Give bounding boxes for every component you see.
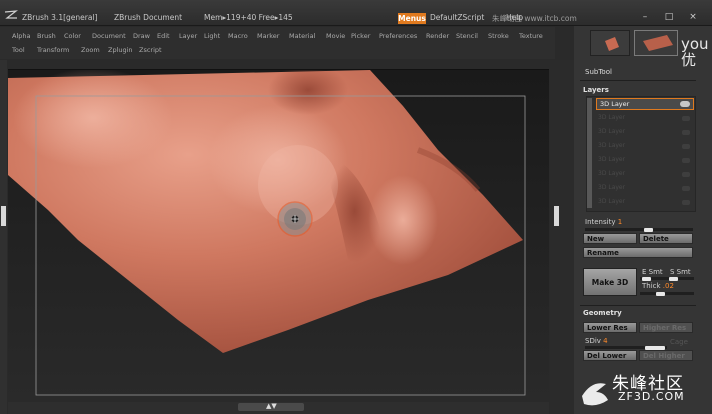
menu-zscript[interactable]: Zscript [139,46,162,54]
menu-picker[interactable]: Picker [351,32,370,40]
cage-button[interactable]: Cage [670,338,688,346]
left-tray-handle[interactable] [1,206,6,226]
geometry-title[interactable]: Geometry [583,309,622,317]
menu-material[interactable]: Material [289,32,315,40]
layer-slot[interactable]: 3D Layer [598,184,692,194]
layer-visibility-icon [682,116,690,121]
menu-light[interactable]: Light [204,32,220,40]
tool-thumbnail[interactable] [590,30,630,56]
s-smt-label: S Smt [670,268,691,276]
layer-selected[interactable]: 3D Layer [596,98,694,110]
close-icon[interactable]: × [688,12,698,22]
divider [580,305,696,306]
maximize-icon[interactable]: □ [664,12,674,22]
layer-visibility-icon [682,172,690,177]
watermark-top: 朱峰动画 www.itcb.com [492,14,577,23]
layer-slot[interactable]: 3D Layer [598,128,692,138]
menu-texture[interactable]: Texture [519,32,543,40]
menu-preferences[interactable]: Preferences [379,32,417,40]
menu-movie[interactable]: Movie [326,32,345,40]
delete-layer-button[interactable]: Delete [639,233,693,244]
layer-slot[interactable]: 3D Layer [598,156,692,166]
thick-knob[interactable] [656,291,665,296]
new-layer-button[interactable]: New [583,233,637,244]
active-tool-thumbnail[interactable] [634,30,678,56]
intensity-label: Intensity 1 [585,218,623,226]
del-lower-button[interactable]: Del Lower [583,350,637,361]
menu-alpha[interactable]: Alpha [12,32,30,40]
menus-button[interactable]: Menus [398,13,426,24]
expand-arrows-icon[interactable]: ▲▼ [266,402,277,410]
e-smt-knob[interactable] [642,276,651,281]
menu-marker[interactable]: Marker [257,32,279,40]
layer-visibility-icon [682,200,690,205]
intensity-slider-knob[interactable] [644,227,654,232]
make-3d-button[interactable]: Make 3D [583,268,637,296]
intensity-slider[interactable] [585,228,693,231]
watermark-url: ZF3D.COM [618,390,685,403]
layer-slot[interactable]: 3D Layer [598,142,692,152]
sculpt-mesh [8,70,549,402]
menu-stroke[interactable]: Stroke [488,32,509,40]
menu-layer[interactable]: Layer [179,32,197,40]
s-smt-knob[interactable] [669,276,678,281]
layer-name: 3D Layer [600,100,630,108]
menu-edit[interactable]: Edit [157,32,170,40]
menu-tool[interactable]: Tool [12,46,25,54]
right-tray-handle[interactable] [554,206,559,226]
menu-brush[interactable]: Brush [37,32,56,40]
layer-visibility-icon[interactable] [680,101,690,107]
menu-color[interactable]: Color [64,32,81,40]
menu-document[interactable]: Document [92,32,126,40]
lower-res-button[interactable]: Lower Res [583,322,637,333]
layers-scrollbar[interactable] [587,98,592,208]
layer-slot[interactable]: 3D Layer [598,198,692,208]
title-bar: ZBrush 3.1[general] ZBrush Document Mem▸… [0,0,712,26]
menu-zoom[interactable]: Zoom [81,46,100,54]
menu-draw[interactable]: Draw [133,32,150,40]
thick-label: Thick .02 [642,282,674,290]
memory-status: Mem▸119+40 Free▸145 [204,13,293,22]
divider [580,80,696,81]
menu-render[interactable]: Render [426,32,449,40]
default-zscript[interactable]: DefaultZScript [430,13,484,22]
mesh-thumbnail-icon [605,37,619,51]
watermark-side: you优 [681,35,709,69]
subtool-section[interactable]: SubTool [585,68,612,76]
menu-zplugin[interactable]: Zplugin [108,46,133,54]
menu-transform[interactable]: Transform [37,46,69,54]
layer-slot[interactable]: 3D Layer [598,170,692,180]
rename-layer-button[interactable]: Rename [583,247,693,258]
left-tray [0,60,7,414]
layer-slot[interactable]: 3D Layer [598,114,692,124]
menu-bar: Alpha Brush Color Document Draw Edit Lay… [0,27,555,59]
app-title: ZBrush 3.1[general] [22,13,98,22]
e-smt-label: E Smt [642,268,663,276]
del-higher-button[interactable]: Del Higher [639,350,693,361]
layer-visibility-icon [682,158,690,163]
menu-stencil[interactable]: Stencil [456,32,478,40]
layer-visibility-icon [682,186,690,191]
document-canvas[interactable] [8,69,549,402]
minimize-icon[interactable]: – [640,12,650,22]
sdiv-label: SDiv 4 [585,337,608,345]
zbrush-logo-icon [4,10,18,19]
document-title: ZBrush Document [114,13,183,22]
mesh-thumbnail-icon [643,35,673,51]
layers-title[interactable]: Layers [583,86,609,94]
right-tray-gutter [550,60,574,414]
sdiv-knob[interactable] [645,345,665,350]
menu-macro[interactable]: Macro [228,32,248,40]
layer-visibility-icon [682,130,690,135]
higher-res-button[interactable]: Higher Res [639,322,693,333]
thick-slider[interactable] [640,292,694,295]
layer-visibility-icon [682,144,690,149]
